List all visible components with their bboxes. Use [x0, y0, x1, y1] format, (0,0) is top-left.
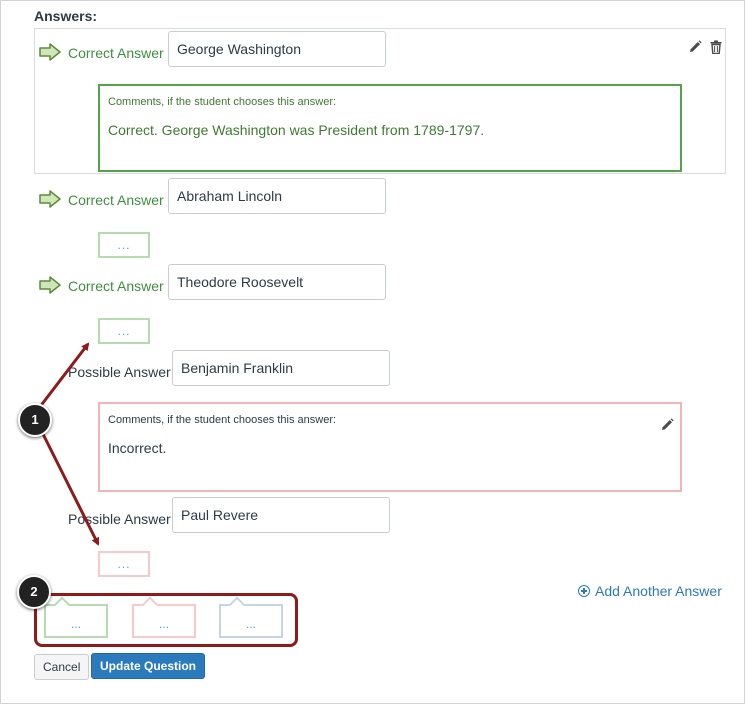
plus-circle-icon: [578, 585, 590, 597]
answer-type-label: Correct Answer: [68, 278, 164, 294]
callout-2: 2: [17, 575, 51, 609]
correct-arrow-icon: [39, 276, 61, 294]
add-answer-label: Add Another Answer: [595, 583, 722, 599]
tab-label: ...: [70, 617, 81, 631]
answer-comment-button[interactable]: ...: [98, 318, 150, 344]
answer-input[interactable]: George Washington: [168, 31, 386, 67]
answer-input[interactable]: Paul Revere: [172, 497, 390, 533]
answer-input[interactable]: Benjamin Franklin: [172, 350, 390, 386]
correct-comment-tab[interactable]: ...: [44, 596, 108, 638]
update-question-button[interactable]: Update Question: [91, 653, 206, 679]
tab-label: ...: [245, 617, 256, 631]
answer-comment-box[interactable]: Comments, if the student chooses this an…: [98, 84, 682, 172]
comment-title: Comments, if the student chooses this an…: [108, 414, 337, 426]
pencil-icon[interactable]: [688, 40, 702, 54]
answer-input[interactable]: Abraham Lincoln: [168, 178, 386, 214]
answer-type-label: Correct Answer: [68, 192, 164, 208]
wrong-comment-tab[interactable]: ...: [132, 596, 196, 638]
answers-header: Answers:: [34, 8, 98, 24]
callout-1: 1: [18, 403, 52, 437]
correct-arrow-icon: [39, 43, 61, 61]
add-another-answer-link[interactable]: Add Another Answer: [578, 583, 722, 599]
cancel-button[interactable]: Cancel: [34, 654, 90, 680]
answer-comment-button[interactable]: ...: [98, 232, 150, 258]
correct-arrow-icon: [39, 190, 61, 208]
answer-type-label: Possible Answer: [68, 511, 171, 527]
comment-text: Correct. George Washington was President…: [108, 122, 485, 138]
comment-text: Incorrect.: [108, 440, 167, 456]
answer-comment-box[interactable]: Comments, if the student chooses this an…: [98, 402, 682, 492]
general-comment-tab[interactable]: ...: [219, 596, 283, 638]
answer-type-label: Possible Answer: [68, 364, 171, 380]
answer-input[interactable]: Theodore Roosevelt: [168, 264, 386, 300]
trash-icon[interactable]: [709, 40, 723, 54]
answer-comment-button[interactable]: ...: [98, 551, 150, 577]
pencil-icon[interactable]: [660, 418, 674, 432]
answer-type-label: Correct Answer: [68, 45, 164, 61]
tab-label: ...: [158, 617, 169, 631]
comment-title: Comments, if the student chooses this an…: [108, 96, 337, 108]
